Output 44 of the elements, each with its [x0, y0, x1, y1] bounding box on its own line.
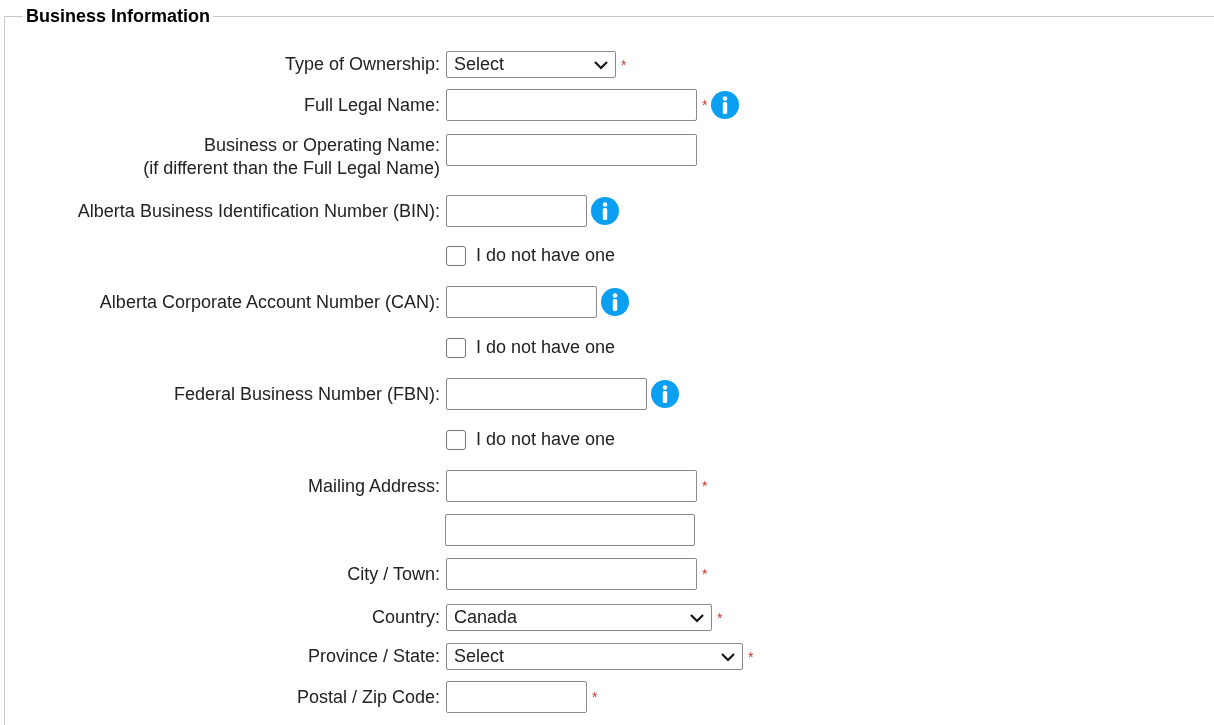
field-label: Mailing Address:: [307, 474, 440, 498]
info-icon[interactable]: [591, 197, 619, 225]
text-field[interactable]: [446, 286, 597, 318]
text-field[interactable]: [446, 134, 697, 166]
checkbox-label: I do not have one: [476, 336, 616, 359]
required-mark: *: [702, 479, 708, 493]
checkbox-label: I do not have one: [476, 428, 616, 451]
dropdown[interactable]: Canada: [446, 604, 712, 631]
info-icon[interactable]: [651, 380, 679, 408]
text-field[interactable]: [446, 681, 587, 713]
field-label: Full Legal Name:: [303, 93, 440, 117]
checkbox[interactable]: [446, 337, 466, 358]
field-label: Business or Operating Name:: [203, 134, 440, 157]
info-icon[interactable]: [711, 91, 740, 119]
text-field[interactable]: [446, 378, 647, 410]
dropdown[interactable]: Select: [446, 643, 743, 670]
field-label: Postal / Zip Code:: [296, 685, 440, 709]
field-label: City / Town:: [347, 562, 440, 586]
field-label: Province / State:: [307, 645, 440, 668]
text-field[interactable]: [446, 195, 587, 227]
dropdown[interactable]: Select: [446, 51, 616, 78]
field-label: Country:: [371, 606, 440, 629]
required-mark: *: [592, 690, 598, 704]
text-field[interactable]: [446, 89, 697, 121]
text-field[interactable]: [446, 558, 697, 590]
checkbox[interactable]: [446, 245, 466, 266]
chevron-down-icon: [720, 651, 736, 662]
field-note: (if different than the Full Legal Name): [143, 157, 440, 180]
required-mark: *: [717, 610, 723, 625]
field-label: Federal Business Number (FBN):: [173, 382, 440, 406]
required-mark: *: [702, 98, 708, 112]
text-field[interactable]: [446, 470, 697, 502]
checkbox-label: I do not have one: [476, 244, 616, 267]
text-field[interactable]: [445, 514, 695, 546]
checkbox[interactable]: [446, 429, 466, 450]
chevron-down-icon: [689, 612, 705, 623]
field-label: Alberta Corporate Account Number (CAN):: [99, 290, 440, 314]
field-label: Alberta Business Identification Number (BIN):: [77, 199, 440, 223]
required-mark: *: [748, 649, 754, 664]
field-label: Type of Ownership:: [284, 53, 440, 76]
info-icon[interactable]: [601, 288, 629, 316]
required-mark: *: [702, 567, 708, 581]
chevron-down-icon: [593, 59, 609, 70]
required-mark: *: [621, 57, 627, 72]
